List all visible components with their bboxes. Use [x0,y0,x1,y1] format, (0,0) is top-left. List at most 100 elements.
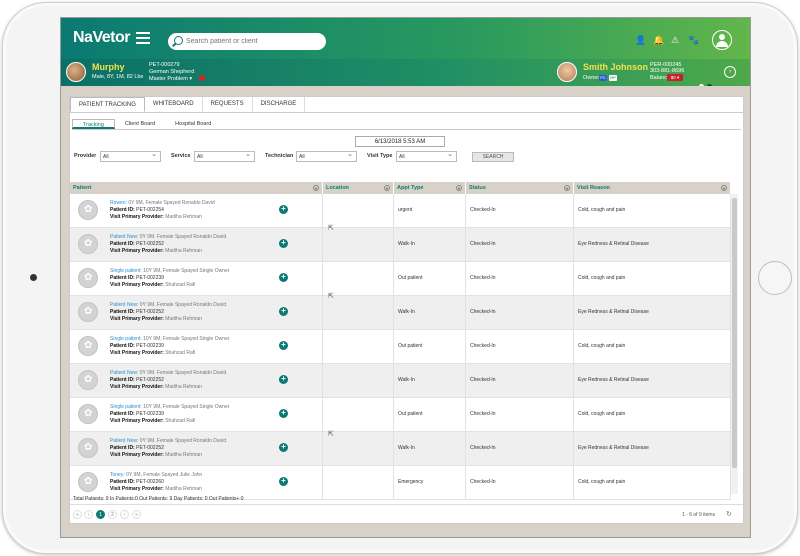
col-visit-reason[interactable]: Visit Reason ▾ [574,182,731,194]
filter-icon[interactable]: ▾ [564,185,570,191]
paw-icon[interactable]: 🐾 [688,35,699,45]
patient-cell: Single patient: 10Y 9M, Female Spayed Si… [70,398,323,432]
page-button[interactable]: 1 [96,510,105,519]
patient-name-link[interactable]: Patient New: [110,438,138,444]
subtab-hospital-board[interactable]: Hospital Board [165,119,221,129]
add-icon[interactable]: + [279,443,288,452]
scroll-thumb[interactable] [732,198,737,468]
table-row[interactable]: Toney: 0Y 9M, Female Spayed Julie JohnPa… [70,466,731,500]
patient-photo[interactable] [78,438,98,458]
subtab-tracking[interactable]: Tracking [72,119,115,129]
technician-select[interactable]: All [296,150,357,162]
grid-body: Rowen: 0Y 9M, Female Spayed Ronaldo Davi… [70,194,731,500]
col-status[interactable]: Status ▾ [466,182,574,194]
table-row[interactable]: Single patient: 10Y 9M, Female Spayed Si… [70,262,731,296]
warning-icon[interactable]: ⚠ [670,35,680,45]
owner-name[interactable]: Smith Johnson [583,62,648,72]
table-row[interactable]: Patient New: 0Y 9M, Female Spayed Ronald… [70,364,731,398]
table-row[interactable]: Single patient: 10Y 9M, Female Spayed Si… [70,330,731,364]
filter-icon[interactable]: ▾ [456,185,462,191]
add-icon[interactable]: + [279,205,288,214]
add-user-icon[interactable]: 👤 [635,35,646,45]
tab-discharge[interactable]: DISCHARGE [253,97,306,112]
add-icon[interactable]: + [279,409,288,418]
add-icon[interactable]: + [279,239,288,248]
col-location[interactable]: Location ▾ [323,182,394,194]
add-icon[interactable]: + [279,307,288,316]
provider-select[interactable]: All [100,150,161,162]
filter-icon[interactable]: ▾ [384,185,390,191]
col-appt-type[interactable]: Appt Type ▾ [394,182,466,194]
date-time-picker[interactable]: 6/13/2018 5:53 AM [355,136,445,147]
add-icon[interactable]: + [279,273,288,282]
patient-name-link[interactable]: Rowen: [110,200,127,206]
add-icon[interactable]: + [279,477,288,486]
add-icon[interactable]: + [279,341,288,350]
table-row[interactable]: Single patient: 10Y 9M, Female Spayed Si… [70,398,731,432]
bell-icon[interactable]: 🔔 [653,35,664,45]
patient-photo[interactable] [78,302,98,322]
table-row[interactable]: Patient New: 0Y 9M, Female Spayed Ronald… [70,432,731,466]
pet-avatar[interactable] [66,62,86,82]
visit-type-select[interactable]: All [396,150,457,162]
location-cell[interactable] [323,466,394,500]
first-page-button[interactable]: « [73,510,82,519]
patient-cell: Patient New: 0Y 9M, Female Spayed Ronald… [70,228,323,262]
refresh-icon[interactable]: ↻ [726,510,732,518]
location-cell[interactable] [323,194,394,228]
patient-photo[interactable] [78,404,98,424]
patient-photo[interactable] [78,370,98,390]
tab-requests[interactable]: REQUESTS [203,97,253,112]
next-arrow-icon[interactable]: › [724,66,736,78]
patient-name-link[interactable]: Single patient: [110,268,142,274]
pet-name[interactable]: Murphy [92,62,125,72]
patient-name-link[interactable]: Single patient: [110,336,142,342]
tab-patient-tracking[interactable]: PATIENT TRACKING [70,97,145,112]
location-cell[interactable] [323,330,394,364]
location-cell[interactable] [323,364,394,398]
patient-name-link[interactable]: Single patient: [110,404,142,410]
patient-name-link[interactable]: Patient New: [110,302,138,308]
patient-photo[interactable] [78,472,98,492]
user-avatar-icon[interactable] [712,30,732,50]
location-cell[interactable] [323,398,394,432]
search-button[interactable]: SEARCH [472,152,514,162]
app-logo[interactable]: NaVetor [73,29,130,47]
page-button[interactable]: 2 [108,510,117,519]
hamburger-menu-icon[interactable] [136,32,150,44]
table-row[interactable]: Patient New: 0Y 9M, Female Spayed Ronald… [70,296,731,330]
table-row[interactable]: Rowen: 0Y 9M, Female Spayed Ronaldo Davi… [70,194,731,228]
last-page-button[interactable]: » [132,510,141,519]
prev-page-button[interactable]: ‹ [84,510,93,519]
alert-icon[interactable] [199,75,205,81]
patient-photo[interactable] [78,200,98,220]
patient-grid: Patient ▾ Location ▾ Appt Type ▾ Status ▾ Vi… [70,182,731,509]
table-row[interactable]: Patient New: 0Y 9M, Female Spayed Ronald… [70,228,731,262]
search-input[interactable] [186,33,322,50]
subtab-client-board[interactable]: Client Board [115,119,165,129]
patient-name-link[interactable]: Patient New: [110,234,138,240]
location-cell[interactable] [323,296,394,330]
patient-photo[interactable] [78,234,98,254]
patient-cell: Patient New: 0Y 9M, Female Spayed Ronald… [70,432,323,466]
master-problem-dropdown[interactable]: Master Problem ▾ [149,76,192,82]
col-patient[interactable]: Patient ▾ [70,182,323,194]
filter-icon[interactable]: ▾ [313,185,319,191]
location-cell[interactable] [323,262,394,296]
next-page-button[interactable]: › [120,510,129,519]
add-icon[interactable]: + [279,375,288,384]
patient-name-link[interactable]: Toney: [110,472,125,478]
search-box[interactable] [168,33,326,50]
service-select[interactable]: All [194,150,255,162]
balance-badge[interactable]: $0 ▾ [667,74,683,81]
patient-photo[interactable] [78,336,98,356]
location-cell[interactable] [323,228,394,262]
filter-icon[interactable]: ▾ [721,185,727,191]
grid-scrollbar[interactable] [731,194,738,494]
patient-id-label: Patient ID: [110,275,135,281]
tab-whiteboard[interactable]: WHITEBOARD [145,97,203,112]
owner-avatar[interactable] [557,62,577,82]
home-button[interactable] [758,261,792,295]
patient-name-link[interactable]: Patient New: [110,370,138,376]
patient-photo[interactable] [78,268,98,288]
